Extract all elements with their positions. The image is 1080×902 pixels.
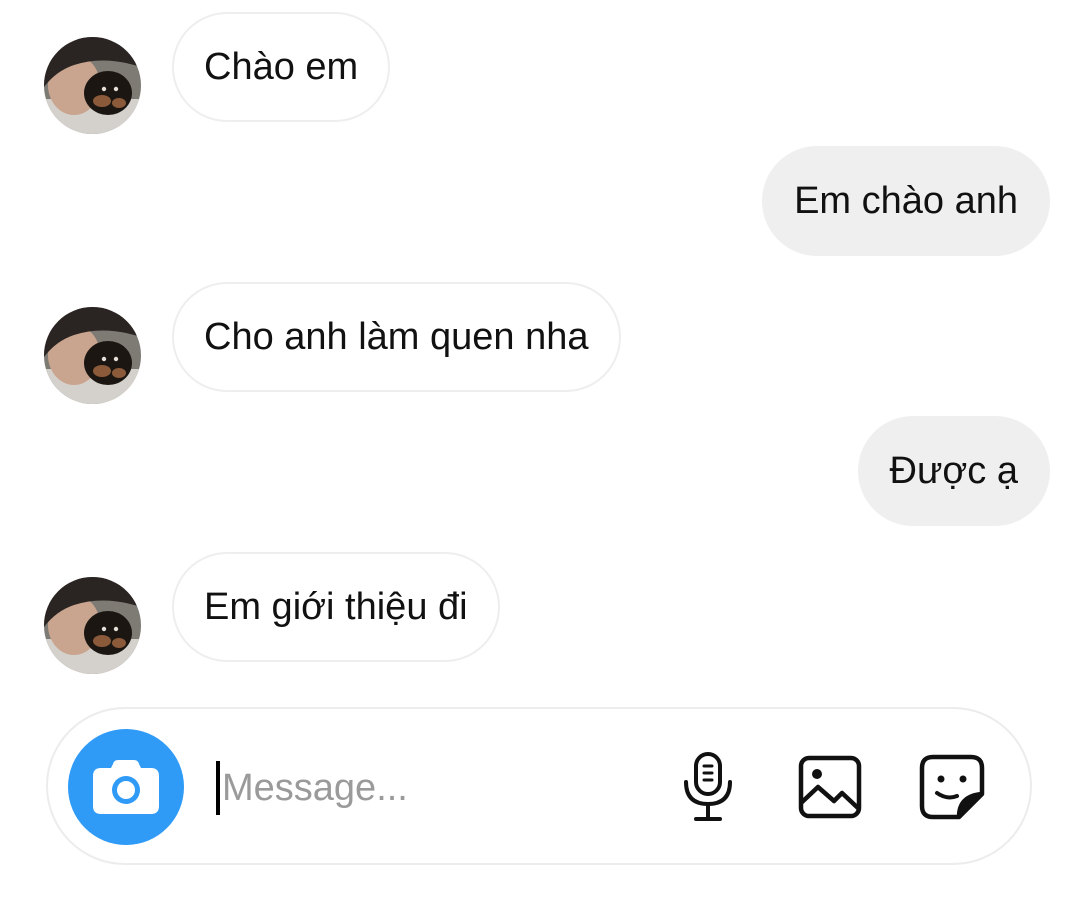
camera-icon — [93, 760, 159, 814]
message-text: Em chào anh — [794, 180, 1018, 222]
chat-screen: Chào em Em chào anh Cho anh làm quen nha… — [0, 0, 1080, 902]
avatar[interactable] — [44, 307, 141, 404]
text-cursor — [216, 761, 220, 815]
message-bubble-incoming[interactable]: Chào em — [172, 12, 391, 122]
message-text: Em giới thiệu đi — [204, 586, 468, 628]
gallery-button[interactable] — [794, 751, 866, 823]
sticker-button[interactable] — [916, 751, 988, 823]
message-input[interactable] — [222, 766, 622, 810]
camera-button[interactable] — [68, 729, 184, 845]
microphone-icon — [684, 752, 732, 821]
gallery-icon — [798, 755, 862, 819]
avatar-photo — [44, 577, 141, 674]
message-text: Chào em — [204, 46, 359, 88]
message-bubble-outgoing[interactable]: Được ạ — [857, 416, 1050, 526]
message-input-wrapper[interactable] — [216, 759, 636, 817]
avatar[interactable] — [44, 577, 141, 674]
message-bubble-incoming[interactable]: Em giới thiệu đi — [172, 552, 500, 662]
message-bubble-outgoing[interactable]: Em chào anh — [762, 146, 1050, 256]
avatar[interactable] — [44, 37, 141, 134]
message-text: Cho anh làm quen nha — [204, 316, 589, 358]
sticker-icon — [919, 754, 985, 820]
message-text: Được ạ — [889, 450, 1019, 492]
message-composer — [46, 707, 1032, 865]
voice-message-button[interactable] — [672, 751, 744, 823]
avatar-photo — [44, 307, 141, 404]
message-bubble-incoming[interactable]: Cho anh làm quen nha — [172, 282, 621, 392]
avatar-photo — [44, 37, 141, 134]
